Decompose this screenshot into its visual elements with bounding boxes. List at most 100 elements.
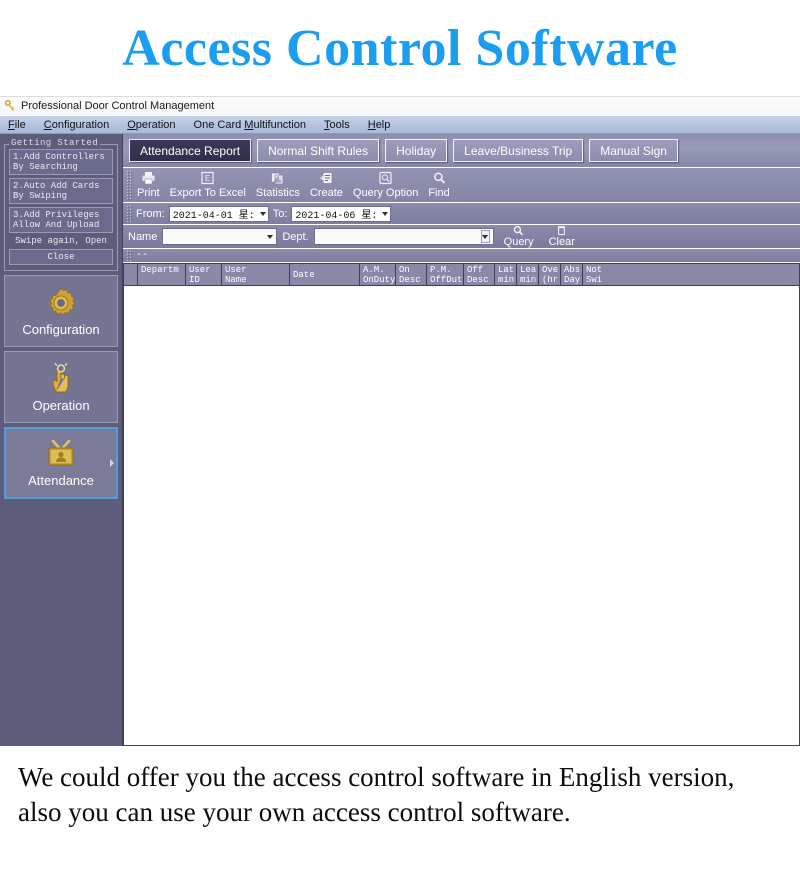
getting-started-legend: Getting Started — [9, 138, 101, 148]
getting-started-close-button[interactable]: Close — [9, 249, 113, 265]
query-option-button[interactable]: Query Option — [348, 168, 423, 199]
tab-manual-sign[interactable]: Manual Sign — [589, 139, 678, 162]
svg-text:E: E — [205, 174, 210, 183]
hand-pointer-icon — [44, 362, 78, 396]
window-title: Professional Door Control Management — [21, 100, 215, 112]
tab-attendance-report[interactable]: Attendance Report — [129, 139, 252, 162]
attendance-card-icon — [43, 439, 79, 471]
query-option-icon — [378, 170, 393, 185]
to-label: To: — [272, 207, 288, 220]
grid-col-user-name[interactable]: User Name — [222, 264, 290, 285]
toolbar-grip[interactable] — [126, 170, 132, 200]
attendance-report-grid[interactable]: Departm User ID User Name Date A.M. OnDu… — [123, 263, 800, 746]
menu-item-help[interactable]: Help — [368, 119, 391, 131]
status-band: -- — [123, 249, 800, 263]
getting-started-panel: Getting Started 1.Add Controllers By Sea… — [4, 138, 118, 271]
grid-col-date[interactable]: Date — [290, 264, 360, 285]
banner-title: Access Control Software — [122, 19, 678, 77]
status-band-grip[interactable] — [126, 250, 132, 261]
tab-leave-business-trip[interactable]: Leave/Business Trip — [453, 139, 584, 162]
chevron-down-icon[interactable] — [259, 211, 266, 216]
getting-started-step-3[interactable]: 3.Add Privileges Allow And Upload — [9, 207, 113, 233]
grid-col-absent-days[interactable]: Abs Day — [561, 264, 583, 285]
dropdown-button[interactable] — [480, 230, 490, 243]
grid-col-overtime-hr[interactable]: Ove (hr — [539, 264, 561, 285]
menu-item-file[interactable]: File — [8, 119, 26, 131]
menu-item-operation[interactable]: Operation — [127, 119, 175, 131]
chevron-right-icon — [110, 459, 114, 467]
tab-normal-shift-rules[interactable]: Normal Shift Rules — [257, 139, 380, 162]
name-label: Name — [128, 230, 158, 243]
statistics-button[interactable]: Statistics — [251, 168, 305, 199]
toolbar-label: Query Option — [352, 187, 419, 199]
grid-corner-cell[interactable] — [124, 264, 138, 285]
excel-icon: E — [200, 170, 215, 185]
menu-bar: File Configuration Operation One Card Mu… — [0, 116, 800, 134]
clear-button[interactable]: Clear — [544, 225, 580, 248]
clear-label: Clear — [548, 236, 575, 248]
application-body: Getting Started 1.Add Controllers By Sea… — [0, 134, 800, 746]
menu-item-tools[interactable]: Tools — [324, 119, 350, 131]
grid-col-department[interactable]: Departm — [138, 264, 186, 285]
create-button[interactable]: Create — [305, 168, 348, 199]
toolbar-label: Statistics — [255, 187, 300, 199]
tab-strip: Attendance Report Normal Shift Rules Hol… — [123, 134, 800, 168]
name-input[interactable] — [162, 228, 278, 245]
to-date-picker[interactable]: 2021-04-06 星: — [291, 205, 392, 222]
dept-input[interactable] — [313, 228, 494, 245]
date-row-grip[interactable] — [126, 205, 132, 222]
grid-col-on-desc[interactable]: On Desc — [396, 264, 427, 285]
grid-col-am-onduty[interactable]: A.M. OnDuty — [360, 264, 396, 285]
to-date-value: 2021-04-06 星: — [295, 210, 378, 222]
query-label: Query — [503, 236, 534, 248]
print-button[interactable]: Print — [132, 168, 165, 199]
printer-icon — [141, 170, 156, 185]
sidebar: Getting Started 1.Add Controllers By Sea… — [0, 134, 122, 746]
menu-item-configuration[interactable]: Configuration — [44, 119, 109, 131]
dept-label: Dept. — [282, 230, 309, 243]
window-title-bar: Professional Door Control Management — [0, 97, 800, 116]
sidebar-item-configuration[interactable]: Configuration — [4, 275, 118, 347]
statistics-icon — [270, 170, 285, 185]
from-label: From: — [136, 207, 165, 220]
date-filter-row: From: 2021-04-01 星: To: 2021-04-06 星: — [123, 203, 800, 225]
grid-col-user-id[interactable]: User ID — [186, 264, 222, 285]
menu-item-one-card-multifunction[interactable]: One Card Multifunction — [194, 119, 307, 131]
getting-started-note: Swipe again, Open — [15, 236, 107, 246]
chevron-down-icon[interactable] — [382, 211, 389, 216]
toolbar-label: Export To Excel — [169, 187, 246, 199]
sidebar-item-operation[interactable]: Operation — [4, 351, 118, 423]
grid-col-off-desc[interactable]: Off Desc — [464, 264, 495, 285]
grid-col-leave-min[interactable]: Lea min — [517, 264, 539, 285]
from-date-picker[interactable]: 2021-04-01 星: — [168, 205, 269, 222]
chevron-down-icon[interactable] — [267, 234, 274, 239]
grid-col-pm-offduty[interactable]: P.M. OffDut — [427, 264, 464, 285]
chevron-down-icon — [482, 234, 489, 239]
name-dept-filter-row: Name Dept. Query Clear — [123, 225, 800, 249]
magnifier-icon — [432, 170, 447, 185]
grid-col-not-swipe[interactable]: Not Swi — [583, 264, 605, 285]
grid-header-row: Departm User ID User Name Date A.M. OnDu… — [124, 264, 799, 286]
grid-col-late-min[interactable]: Lat min — [495, 264, 517, 285]
toolbar-label: Create — [309, 187, 343, 199]
toolbar-label: Find — [428, 187, 450, 199]
status-band-text: -- — [136, 250, 149, 261]
from-date-value: 2021-04-01 星: — [172, 210, 255, 222]
trash-icon — [555, 225, 568, 236]
key-icon — [3, 99, 17, 113]
sidebar-item-attendance[interactable]: Attendance — [4, 427, 118, 499]
sidebar-item-label: Attendance — [28, 472, 94, 488]
toolbar-label: Print — [137, 187, 160, 199]
find-button[interactable]: Find — [423, 168, 454, 199]
gear-icon — [44, 286, 78, 320]
tab-holiday[interactable]: Holiday — [385, 139, 448, 162]
getting-started-step-1[interactable]: 1.Add Controllers By Searching — [9, 149, 113, 175]
export-to-excel-button[interactable]: E Export To Excel — [165, 168, 251, 199]
query-button[interactable]: Query — [499, 225, 539, 248]
icon-toolbar: Print E Export To Excel Statistics Creat… — [123, 168, 800, 203]
sidebar-item-label: Operation — [32, 397, 90, 413]
getting-started-step-2[interactable]: 2.Auto Add Cards By Swiping — [9, 178, 113, 204]
create-icon — [319, 170, 334, 185]
magnifier-icon — [512, 225, 525, 236]
page-banner: Access Control Software — [0, 0, 800, 96]
